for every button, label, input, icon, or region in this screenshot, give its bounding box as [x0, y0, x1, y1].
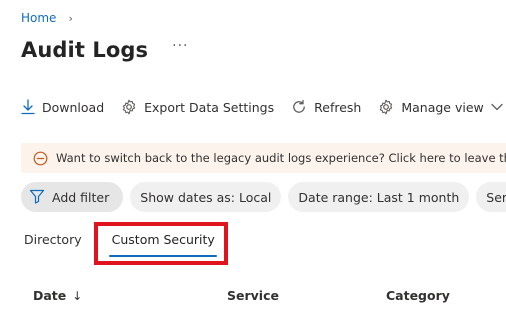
service-filter-pill[interactable]: Serv: [476, 182, 506, 212]
breadcrumb: Home ›: [21, 11, 73, 25]
export-data-settings-button[interactable]: Export Data Settings: [121, 99, 274, 115]
refresh-label: Refresh: [314, 99, 362, 115]
chevron-right-icon: ›: [68, 11, 73, 25]
command-bar: Download Export Data Settings Refresh Ma…: [21, 98, 506, 116]
legacy-experience-banner[interactable]: Want to switch back to the legacy audit …: [21, 143, 506, 173]
title-row: Audit Logs ···: [21, 38, 188, 62]
column-header-category-label: Category: [386, 288, 450, 303]
breadcrumb-home-link[interactable]: Home: [21, 11, 56, 25]
refresh-icon: [291, 99, 307, 115]
download-icon: [21, 99, 35, 115]
audit-logs-page: Home › Audit Logs ··· Download Export Da…: [0, 0, 506, 319]
warning-icon: [33, 151, 48, 166]
highlight-annotation-box: [94, 222, 228, 265]
filter-icon: [29, 188, 45, 207]
refresh-button[interactable]: Refresh: [291, 99, 361, 115]
column-header-service-label: Service: [227, 288, 279, 303]
show-dates-filter-pill[interactable]: Show dates as: Local: [130, 182, 282, 212]
column-header-date[interactable]: Date ↓: [33, 288, 82, 303]
date-range-filter-pill[interactable]: Date range: Last 1 month: [288, 182, 470, 212]
column-header-date-label: Date: [33, 288, 67, 303]
gear-icon: [121, 99, 137, 115]
tab-directory[interactable]: Directory: [24, 232, 82, 258]
more-options-icon[interactable]: ···: [172, 38, 188, 54]
banner-text: Want to switch back to the legacy audit …: [56, 151, 506, 165]
chevron-down-icon: [491, 103, 503, 111]
table-header-row: Date ↓ Service Category: [0, 288, 506, 306]
sort-descending-icon: ↓: [72, 288, 83, 303]
column-header-category[interactable]: Category: [386, 288, 450, 303]
download-button[interactable]: Download: [21, 99, 104, 115]
download-label: Download: [42, 99, 105, 115]
page-title: Audit Logs: [21, 38, 149, 62]
column-header-service[interactable]: Service: [227, 288, 279, 303]
add-filter-label: Add filter: [52, 189, 110, 205]
add-filter-button[interactable]: Add filter: [21, 182, 124, 212]
export-data-settings-label: Export Data Settings: [144, 99, 275, 115]
filter-bar: Add filter Show dates as: Local Date ran…: [21, 182, 506, 212]
manage-view-button[interactable]: Manage view: [378, 99, 503, 115]
gear-icon: [378, 99, 394, 115]
manage-view-label: Manage view: [401, 99, 484, 115]
tab-directory-label: Directory: [24, 232, 82, 247]
